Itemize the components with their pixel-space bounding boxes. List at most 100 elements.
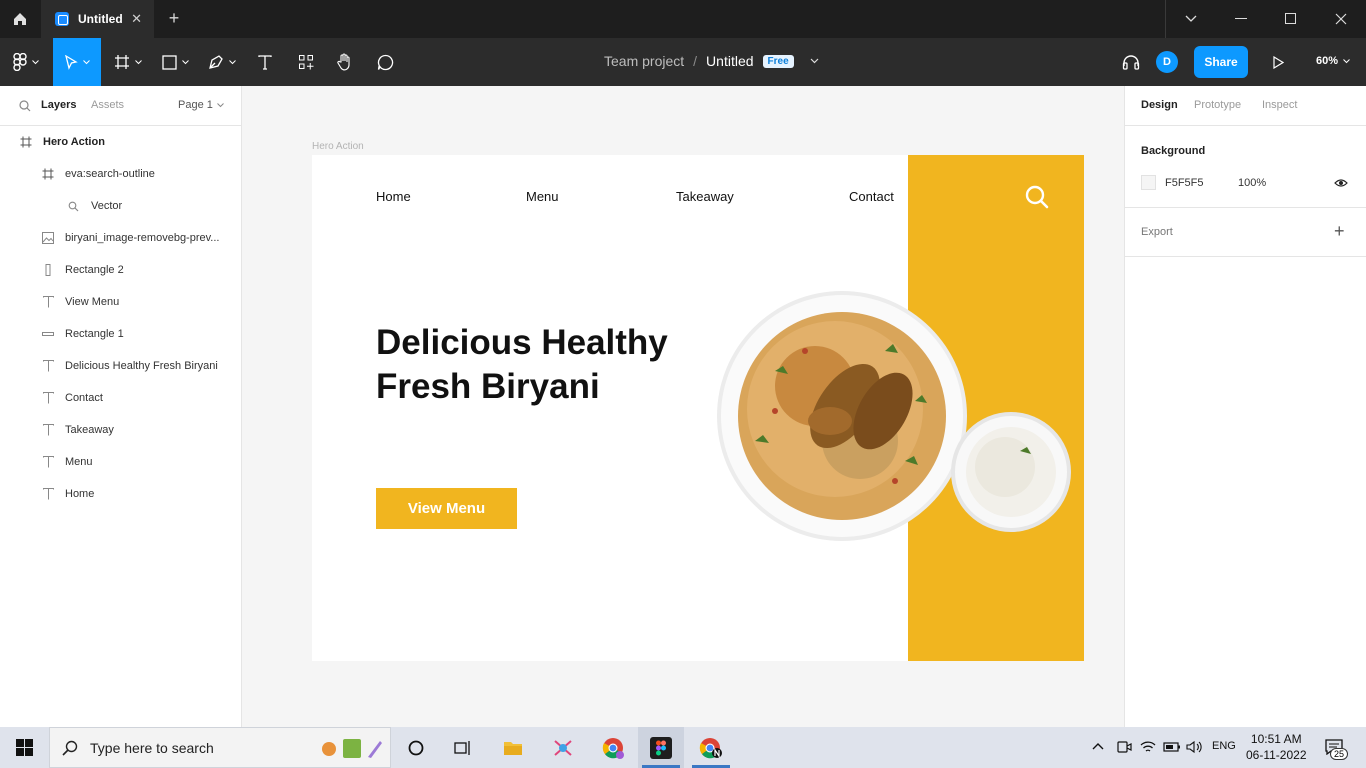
- start-button[interactable]: [0, 727, 48, 768]
- figma-app-button[interactable]: [638, 727, 684, 768]
- resources-tool[interactable]: [292, 38, 320, 86]
- battery-icon[interactable]: [1163, 741, 1181, 753]
- layer-row[interactable]: Hero Action: [0, 126, 241, 158]
- search-icon[interactable]: [1025, 185, 1049, 209]
- chevron-up-icon[interactable]: [1092, 742, 1104, 750]
- page-selector[interactable]: Page 1: [178, 99, 224, 111]
- frame-icon: [115, 55, 129, 69]
- chrome-icon: [602, 737, 624, 759]
- clock[interactable]: 10:51 AM 06-11-2022: [1246, 731, 1307, 763]
- close-icon: [1335, 13, 1347, 25]
- layer-row[interactable]: Vector: [0, 190, 241, 222]
- layer-row[interactable]: Rectangle 1: [0, 318, 241, 350]
- close-window-button[interactable]: [1316, 0, 1366, 38]
- volume-icon[interactable]: [1186, 740, 1202, 754]
- hand-icon: [337, 53, 350, 71]
- background-hex-input[interactable]: F5F5F5: [1165, 177, 1204, 189]
- add-export-button[interactable]: +: [1334, 221, 1345, 242]
- chevron-down-icon: [32, 59, 39, 64]
- move-tool[interactable]: [53, 38, 101, 86]
- cortana-button[interactable]: [393, 727, 439, 768]
- present-button[interactable]: [1268, 38, 1288, 86]
- layer-row[interactable]: Contact: [0, 382, 241, 414]
- layer-label: biryani_image-removebg-prev...: [65, 232, 220, 244]
- layer-row[interactable]: Menu: [0, 446, 241, 478]
- tab-prototype[interactable]: Prototype: [1194, 99, 1241, 111]
- nav-contact[interactable]: Contact: [849, 189, 894, 204]
- notification-count: 25: [1330, 748, 1349, 760]
- meet-now-icon[interactable]: [1116, 739, 1132, 755]
- search-icon[interactable]: [19, 100, 31, 112]
- file-explorer-button[interactable]: [490, 727, 536, 768]
- wifi-icon[interactable]: [1140, 740, 1156, 754]
- taskbar-search[interactable]: Type here to search: [49, 727, 391, 768]
- language-indicator[interactable]: ENG: [1212, 740, 1236, 752]
- layer-label: Menu: [65, 456, 93, 468]
- new-tab-button[interactable]: +: [164, 8, 184, 29]
- frame-label[interactable]: Hero Action: [312, 141, 364, 152]
- layer-row[interactable]: biryani_image-removebg-prev...: [0, 222, 241, 254]
- tab-close-button[interactable]: ✕: [131, 11, 142, 27]
- snip-tool-button[interactable]: [540, 727, 586, 768]
- pen-tool[interactable]: [202, 38, 242, 86]
- layer-row[interactable]: Delicious Healthy Fresh Biryani: [0, 350, 241, 382]
- team-name[interactable]: Team project: [604, 53, 684, 69]
- user-avatar[interactable]: D: [1156, 51, 1178, 73]
- eye-icon[interactable]: [1334, 178, 1348, 188]
- layer-row[interactable]: View Menu: [0, 286, 241, 318]
- components-icon: [299, 55, 314, 70]
- breadcrumb: Team project / Untitled Free: [604, 53, 819, 69]
- frame-tool[interactable]: [108, 38, 148, 86]
- window-menu-button[interactable]: [1166, 0, 1216, 38]
- chevron-down-icon[interactable]: [810, 58, 819, 64]
- minimize-button[interactable]: [1216, 0, 1266, 38]
- shape-tool[interactable]: [155, 38, 195, 86]
- snip-icon: [554, 739, 572, 756]
- nav-menu[interactable]: Menu: [526, 189, 559, 204]
- file-name[interactable]: Untitled: [706, 53, 753, 69]
- comment-tool[interactable]: [371, 38, 399, 86]
- layer-row[interactable]: Takeaway: [0, 414, 241, 446]
- divider: [1125, 256, 1366, 257]
- text-icon: [41, 423, 55, 437]
- audio-button[interactable]: [1119, 38, 1143, 86]
- layer-row[interactable]: Rectangle 2: [0, 254, 241, 286]
- chrome-button[interactable]: [590, 727, 636, 768]
- layer-row[interactable]: Home: [0, 478, 241, 510]
- layer-row[interactable]: eva:search-outline: [0, 158, 241, 190]
- maximize-icon: [1285, 13, 1296, 24]
- tab-assets[interactable]: Assets: [91, 99, 124, 111]
- biryani-image[interactable]: [715, 291, 1081, 543]
- hero-frame[interactable]: Home Menu Takeaway Contact Delicious Hea…: [312, 155, 1084, 661]
- zoom-control[interactable]: 60%: [1316, 55, 1350, 67]
- headline[interactable]: Delicious Healthy Fresh Biryani: [376, 321, 736, 409]
- hand-tool[interactable]: [331, 38, 359, 86]
- text-icon: [41, 455, 55, 469]
- file-tab[interactable]: Untitled ✕: [41, 0, 154, 38]
- view-menu-button[interactable]: View Menu: [376, 488, 517, 529]
- maximize-button[interactable]: [1266, 0, 1316, 38]
- nav-home[interactable]: Home: [376, 189, 411, 204]
- tab-title: Untitled: [78, 12, 123, 26]
- properties-tabs: Design Prototype Inspect: [1125, 86, 1366, 126]
- background-opacity-input[interactable]: 100%: [1238, 177, 1266, 189]
- page-name: Page 1: [178, 99, 213, 111]
- text-tool[interactable]: [252, 38, 278, 86]
- comment-icon: [377, 54, 393, 70]
- title-bar: Untitled ✕ +: [0, 0, 1366, 38]
- share-button[interactable]: Share: [1194, 46, 1248, 78]
- tab-layers[interactable]: Layers: [41, 99, 76, 111]
- main-menu-button[interactable]: [6, 38, 46, 86]
- nav-takeaway[interactable]: Takeaway: [676, 189, 734, 204]
- chrome-profile-button[interactable]: [688, 727, 734, 768]
- frame-icon: [41, 167, 55, 181]
- minimize-icon: [1235, 18, 1247, 19]
- home-button[interactable]: [0, 0, 40, 38]
- task-view-button[interactable]: [440, 727, 486, 768]
- layer-label: Vector: [91, 200, 123, 212]
- canvas[interactable]: Hero Action Home Menu Takeaway Contact D…: [242, 86, 1341, 727]
- background-color-swatch[interactable]: [1141, 175, 1156, 190]
- clock-date: 06-11-2022: [1246, 748, 1307, 762]
- tab-design[interactable]: Design: [1141, 99, 1178, 111]
- tab-inspect[interactable]: Inspect: [1262, 99, 1297, 111]
